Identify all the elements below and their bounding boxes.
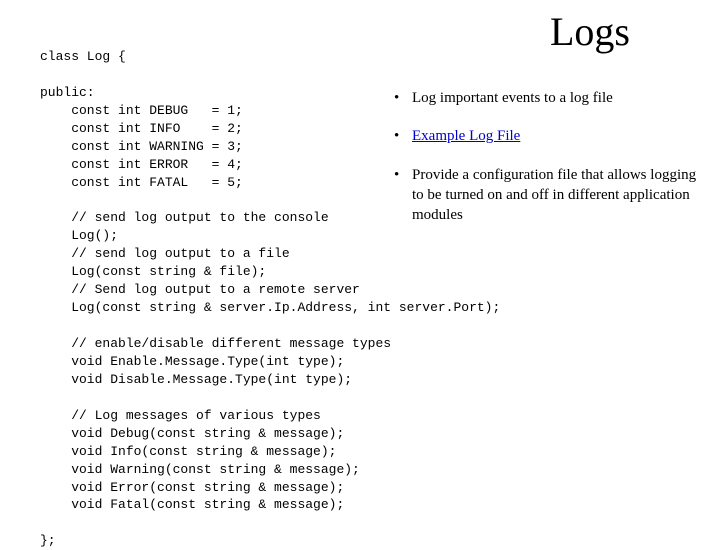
bullet-list: Log important events to a log file Examp… — [390, 88, 700, 243]
slide: Logs class Log { public: const int DEBUG… — [0, 0, 720, 540]
bullet-text: Log important events to a log file — [412, 90, 613, 106]
bullet-text: Provide a configuration file that allows… — [412, 167, 696, 224]
example-log-file-link[interactable]: Example Log File — [412, 128, 520, 144]
bullet-item: Log important events to a log file — [390, 88, 700, 108]
bullet-item: Example Log File — [390, 126, 700, 146]
bullet-item: Provide a configuration file that allows… — [390, 165, 700, 226]
